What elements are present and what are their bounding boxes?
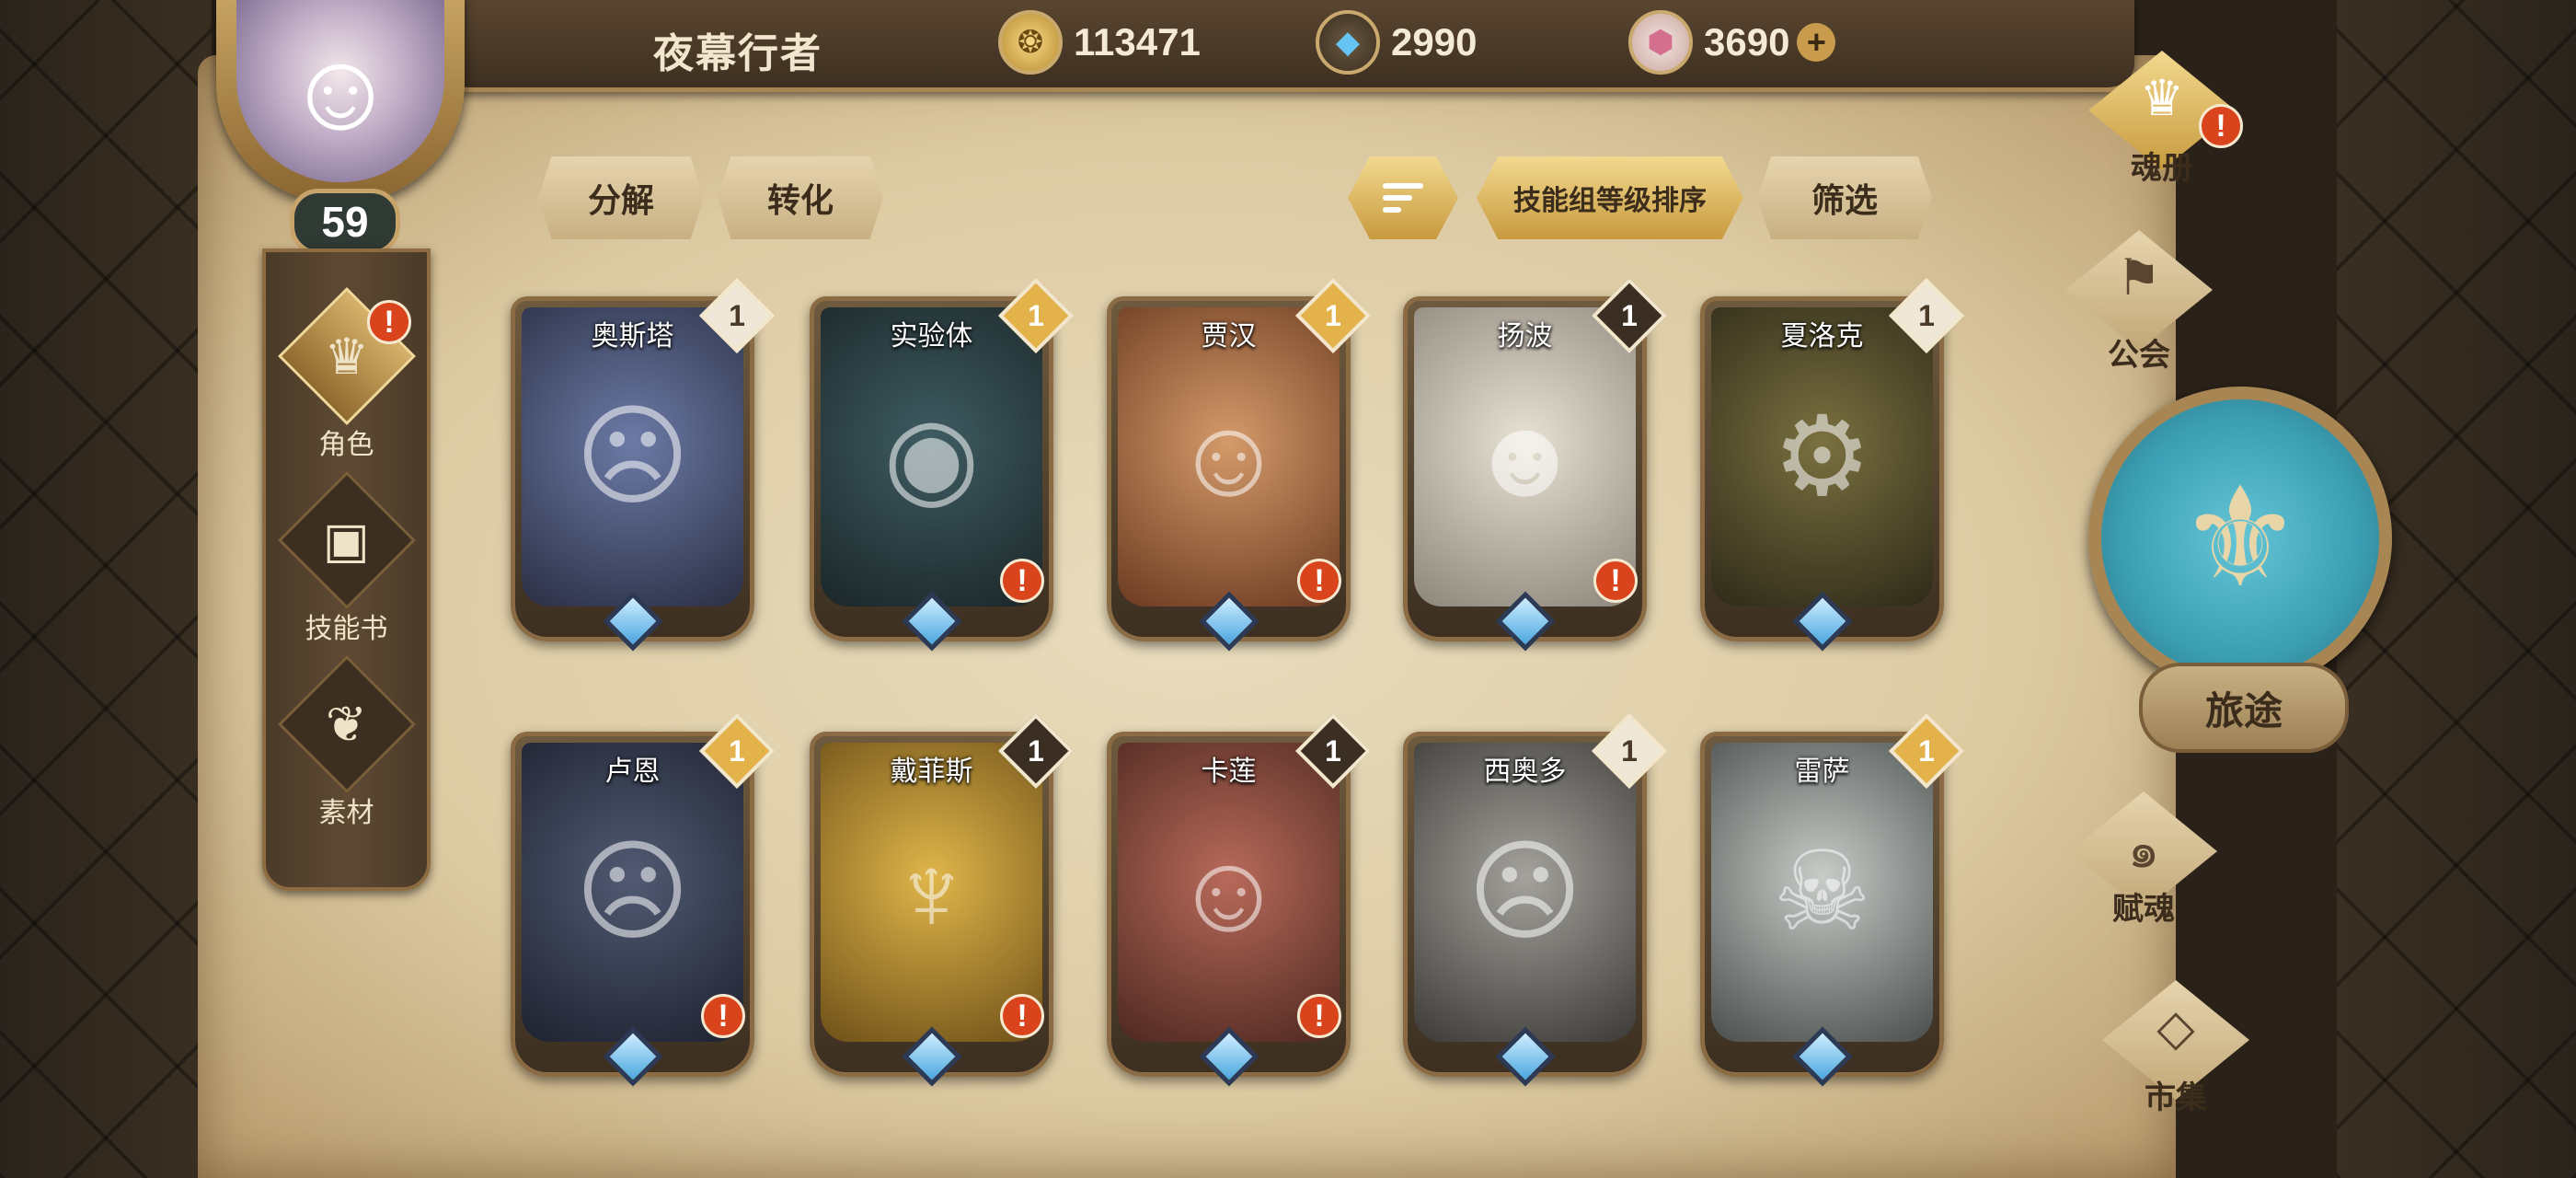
character-card[interactable]: ◉ 实验体 1! <box>810 277 1075 660</box>
soul-book-alert-badge: ! <box>2199 104 2243 148</box>
character-card[interactable]: ☹ 奥斯塔 1 <box>511 277 776 660</box>
decompose-button[interactable]: 分解 <box>538 156 704 239</box>
rank-value: 1 <box>1918 734 1935 768</box>
card-alert-badge: ! <box>1000 994 1044 1038</box>
rank-value: 1 <box>1621 734 1638 768</box>
rank-value: 1 <box>1325 299 1341 332</box>
market-button[interactable]: ◇ 市集 <box>2061 980 2291 1137</box>
crystal-value: 2990 <box>1391 20 1478 64</box>
gold-coin-icon: ❂ <box>998 10 1063 75</box>
nav-diamond-skill-book: ▣ <box>277 471 416 609</box>
character-icon: ♛ <box>324 329 369 385</box>
gold-currency: ❂ 113471 <box>998 9 1201 75</box>
convert-button[interactable]: 转化 <box>718 156 883 239</box>
endow-soul-label: 赋魂 <box>2112 892 2175 927</box>
journey-label: 旅途 <box>2139 663 2349 753</box>
nav-diamond-material: ❦ <box>277 655 416 793</box>
soul-book-button[interactable]: ♛ 魂册 ! <box>2047 51 2277 207</box>
rank-value: 1 <box>1325 734 1341 768</box>
endow-soul-button[interactable]: ๑ 赋魂 <box>2029 791 2259 948</box>
character-card[interactable]: ⚙ 夏洛克 1 <box>1700 277 1965 660</box>
gold-value: 113471 <box>1074 20 1201 64</box>
left-background <box>0 0 212 1178</box>
nav-item-character[interactable]: ♛ 角色 ! <box>266 280 427 464</box>
market-label: 市集 <box>2145 1080 2207 1115</box>
sort-by-skill-level-button[interactable]: 技能组等级排序 <box>1477 156 1743 239</box>
gem-value: 3690 <box>1704 20 1790 64</box>
character-alert-badge: ! <box>367 300 411 344</box>
guild-icon: ⚑ <box>2116 250 2162 306</box>
nav-label-material: 素材 <box>318 798 374 828</box>
player-name: 夜幕行者 <box>653 31 822 76</box>
character-card[interactable]: ♆ 戴菲斯 1! <box>810 712 1075 1095</box>
character-card[interactable]: ☹ 西奥多 1 <box>1403 712 1668 1095</box>
market-icon: ◇ <box>2156 1000 2195 1056</box>
player-avatar-frame[interactable]: ☺ 59 <box>189 0 501 262</box>
blue-crystal-icon: ◆ <box>1316 10 1380 75</box>
rank-value: 1 <box>729 734 745 768</box>
character-card[interactable]: ☹ 卢恩 1! <box>511 712 776 1095</box>
card-alert-badge: ! <box>1297 559 1341 603</box>
card-alert-badge: ! <box>1297 994 1341 1038</box>
rank-value: 1 <box>1621 299 1638 332</box>
material-icon: ❦ <box>325 697 368 753</box>
add-gem-button[interactable]: + <box>1797 23 1836 62</box>
sort-order-button[interactable] <box>1348 156 1458 239</box>
gem-currency: ⬢ 3690 + <box>1628 9 1836 75</box>
guild-button[interactable]: ⚑ 公会 <box>2024 230 2254 387</box>
journey-button[interactable]: ⚜ 旅途 <box>2088 387 2401 773</box>
journey-emblem-icon: ⚜ <box>2088 387 2392 690</box>
character-card[interactable]: ☠ 雷萨 1 <box>1700 712 1965 1095</box>
rank-value: 1 <box>729 299 745 332</box>
rank-value: 1 <box>1028 734 1044 768</box>
rank-value: 1 <box>1918 299 1935 332</box>
card-alert-badge: ! <box>1593 559 1638 603</box>
player-level-badge: 59 <box>290 189 400 255</box>
endow-soul-icon: ๑ <box>2127 823 2160 878</box>
filter-button[interactable]: 筛选 <box>1757 156 1932 239</box>
character-card[interactable]: ☺ 卡莲 1! <box>1107 712 1372 1095</box>
sort-icon <box>1383 177 1423 219</box>
card-alert-badge: ! <box>1000 559 1044 603</box>
nav-label-character: 角色 <box>318 430 374 460</box>
skill-book-icon: ▣ <box>322 513 371 569</box>
guild-label: 公会 <box>2108 338 2170 373</box>
soul-book-icon: ♛ <box>2139 71 2185 126</box>
nav-label-skill-book: 技能书 <box>305 614 388 644</box>
card-alert-badge: ! <box>701 994 745 1038</box>
character-card[interactable]: ☻ 扬波 1! <box>1403 277 1668 660</box>
nav-item-material[interactable]: ❦ 素材 <box>266 648 427 832</box>
soul-book-label: 魂册 <box>2131 151 2193 186</box>
crystal-currency: ◆ 2990 <box>1316 9 1477 75</box>
nav-item-skill-book[interactable]: ▣ 技能书 <box>266 464 427 648</box>
character-card[interactable]: ☺ 贾汉 1! <box>1107 277 1372 660</box>
left-nav: ♛ 角色 ! ▣ 技能书 ❦ 素材 <box>262 248 431 891</box>
rank-value: 1 <box>1028 299 1044 332</box>
pink-gem-icon: ⬢ <box>1628 10 1693 75</box>
